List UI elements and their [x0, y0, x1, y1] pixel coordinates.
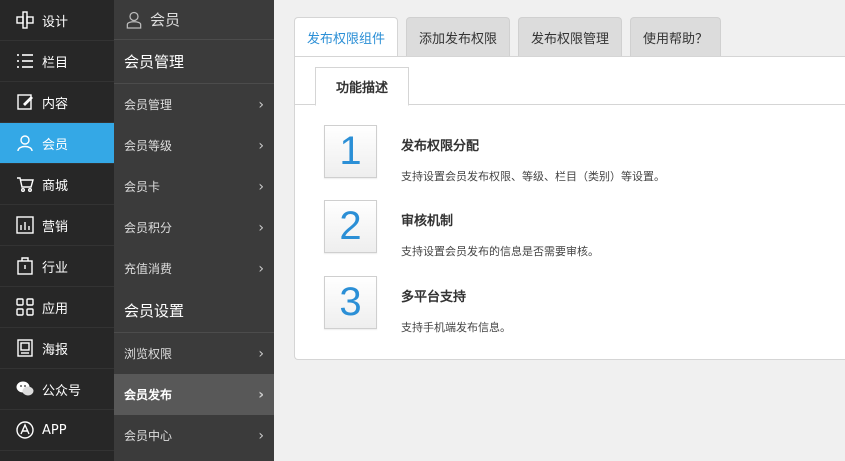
nav-item-marketing[interactable]: 营销: [0, 205, 114, 246]
subnav-item-member-card[interactable]: 会员卡 ›: [114, 166, 274, 207]
feature-description: 支持设置会员发布的信息是否需要审核。: [401, 245, 599, 258]
feature-number: 3: [324, 276, 377, 329]
feature-item: 1 发布权限分配 支持设置会员发布权限、等级、栏目（类别）等设置。: [324, 125, 665, 184]
chevron-right-icon: ›: [258, 96, 264, 113]
tab-bar: 发布权限组件 添加发布权限 发布权限管理 使用帮助？: [294, 17, 722, 57]
subnav-item-recharge[interactable]: 充值消费 ›: [114, 248, 274, 289]
wechat-icon: [14, 379, 36, 399]
section-heading: 会员管理: [114, 40, 274, 84]
subnav-item-browse-permission[interactable]: 浏览权限 ›: [114, 333, 274, 374]
tab-help[interactable]: 使用帮助？: [630, 17, 722, 57]
feature-description: 支持手机端发布信息。: [401, 321, 511, 334]
chevron-right-icon: ›: [258, 260, 264, 277]
poster-icon: [14, 338, 36, 358]
feature-number: 1: [324, 125, 377, 178]
industry-icon: [14, 256, 36, 276]
subtab-bar: 功能描述: [295, 57, 845, 106]
subnav-item-member-level[interactable]: 会员等级 ›: [114, 125, 274, 166]
chart-icon: [14, 215, 36, 235]
appstore-icon: [14, 420, 36, 440]
feature-title: 多平台支持: [401, 290, 467, 305]
chevron-right-icon: ›: [258, 137, 264, 154]
subnav-label: 会员卡: [124, 180, 161, 194]
nav-item-mall[interactable]: 商城: [0, 164, 114, 205]
section-heading: 会员设置: [114, 289, 274, 333]
nav-label: 内容: [42, 96, 69, 112]
nav-label: 会员: [42, 137, 69, 153]
feature-title: 发布权限分配: [401, 139, 480, 154]
edit-icon: [14, 92, 36, 112]
subnav-label: 会员积分: [124, 221, 173, 235]
subnav-item-member-points[interactable]: 会员积分 ›: [114, 207, 274, 248]
feature-title: 审核机制: [401, 214, 454, 229]
subnav-label: 会员发布: [124, 388, 173, 402]
feature-item: 3 多平台支持 支持手机端发布信息。: [324, 276, 511, 335]
subnav-label: 浏览权限: [124, 347, 173, 361]
nav-label: 商城: [42, 178, 69, 194]
subnav-label: 充值消费: [124, 262, 173, 276]
chevron-right-icon: ›: [258, 178, 264, 195]
nav-label: 公众号: [42, 383, 82, 399]
subtab-feature-description[interactable]: 功能描述: [315, 67, 410, 106]
list-icon: [14, 51, 36, 71]
feature-description: 支持设置会员发布权限、等级、栏目（类别）等设置。: [401, 170, 665, 183]
user-icon: [126, 10, 144, 30]
nav-item-official-account[interactable]: 公众号: [0, 369, 114, 410]
chevron-right-icon: ›: [258, 345, 264, 362]
cart-icon: [14, 174, 36, 194]
tab-publish-permission-management[interactable]: 发布权限管理: [518, 17, 623, 57]
nav-item-design[interactable]: 设计: [0, 0, 114, 41]
subnav-label: 会员等级: [124, 139, 173, 153]
nav-label: 行业: [42, 260, 69, 276]
nav-label: 设计: [42, 14, 69, 30]
nav-item-content[interactable]: 内容: [0, 82, 114, 123]
nav-label: APP: [42, 422, 67, 438]
subnav-item-member-publish[interactable]: 会员发布 ›: [114, 374, 274, 415]
nav-item-app[interactable]: APP: [0, 410, 114, 451]
secondary-nav-title: 会员: [150, 11, 181, 29]
secondary-nav-header: 会员: [114, 0, 274, 40]
tab-publish-permission-component[interactable]: 发布权限组件: [294, 17, 399, 57]
subnav-item-member-management[interactable]: 会员管理 ›: [114, 84, 274, 125]
subnav-label: 会员中心: [124, 429, 173, 443]
nav-item-apps[interactable]: 应用: [0, 287, 114, 328]
nav-item-poster[interactable]: 海报: [0, 328, 114, 369]
primary-nav: 设计 栏目 内容 会员 商城 营销 行业 应用 海报 公众号 APP: [0, 0, 114, 461]
feature-item: 2 审核机制 支持设置会员发布的信息是否需要审核。: [324, 200, 599, 259]
nav-item-column[interactable]: 栏目: [0, 41, 114, 82]
nav-item-member[interactable]: 会员: [0, 123, 114, 164]
chevron-right-icon: ›: [258, 386, 264, 403]
nav-item-industry[interactable]: 行业: [0, 246, 114, 287]
content-panel: 功能描述 1 发布权限分配 支持设置会员发布权限、等级、栏目（类别）等设置。 2…: [294, 56, 845, 360]
nav-label: 营销: [42, 219, 69, 235]
nav-label: 栏目: [42, 55, 69, 71]
apps-icon: [14, 297, 36, 317]
feature-number: 2: [324, 200, 377, 253]
chevron-right-icon: ›: [258, 427, 264, 444]
main-content: 发布权限组件 添加发布权限 发布权限管理 使用帮助？ 功能描述 1 发布权限分配…: [274, 0, 845, 461]
secondary-nav: 会员 会员管理 会员管理 › 会员等级 › 会员卡 › 会员积分 › 充值消费 › 会员设…: [114, 0, 274, 461]
subnav-label: 会员管理: [124, 98, 173, 112]
user-icon: [14, 133, 36, 153]
subnav-item-member-center[interactable]: 会员中心 ›: [114, 415, 274, 456]
chevron-right-icon: ›: [258, 219, 264, 236]
nav-label: 海报: [42, 342, 69, 358]
tab-add-publish-permission[interactable]: 添加发布权限: [406, 17, 511, 57]
design-icon: [14, 10, 36, 30]
nav-label: 应用: [42, 301, 69, 317]
